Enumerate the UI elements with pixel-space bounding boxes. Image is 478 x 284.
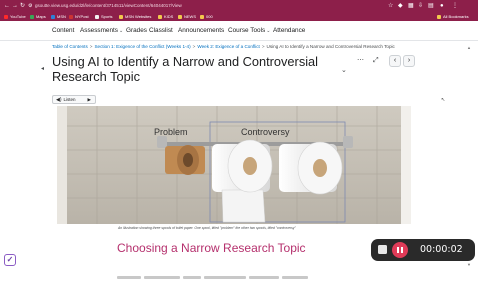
bookmarks-bar: YouTube Maps MSN NYPost Sports MSN Websi… [0,12,478,21]
folder-icon [119,14,123,19]
maps-icon [30,14,34,19]
nav-attendance[interactable]: Attendance [273,27,305,35]
bookmark-msn-websites[interactable]: MSN Websites [119,13,151,20]
nav-assessments[interactable]: Assessments⌄ [80,27,123,35]
puzzle-icon[interactable]: ▦ [408,2,414,10]
back-icon[interactable]: ← [4,2,10,10]
fullscreen-icon[interactable]: ⤢ [373,57,379,65]
next-topic-button[interactable]: › [403,55,415,67]
page-title: Using AI to Identify a Narrow and Contro… [52,54,319,84]
checkmark-icon: ✓ [6,255,14,264]
chevron-down-icon: ⌄ [119,28,124,34]
nav-course-tools[interactable]: Course Tools⌄ [228,27,270,35]
play-icon: ▶ [87,97,91,102]
text-fragment [249,276,279,279]
illustration-svg: Problem Controversy [57,106,411,224]
stop-recording-button[interactable] [378,245,387,254]
breadcrumb: Table of Contents > Section 1: Exigence of… [52,44,395,50]
text-fragment [183,276,201,279]
chevron-down-icon: ⌄ [266,28,271,34]
breadcrumb-separator: > [261,44,265,49]
bookmark-youtube[interactable]: YouTube [4,13,26,20]
previous-topic-button[interactable]: ‹ [389,55,401,67]
chevron-right-icon: › [407,57,411,64]
bookmark-star-icon[interactable]: ☆ [388,2,393,10]
updates-icon[interactable]: ⋮ [452,2,458,10]
image-caption: An illustration showing three spools of … [118,226,296,230]
breadcrumb-toc[interactable]: Table of Contents [52,44,88,49]
course-navbar: Content Assessments⌄ Grades Classlist An… [0,21,478,41]
msn-icon [51,14,55,19]
page-scrollbar[interactable] [466,43,472,269]
pause-recording-button[interactable] [392,242,408,258]
title-options-chevron-icon[interactable]: ⌄ [341,66,347,74]
mouse-cursor-icon: ↖ [441,97,446,103]
sports-icon [95,14,99,19]
nypost-icon [69,14,73,19]
scroll-up-icon[interactable]: ▲ [467,45,471,50]
url-field[interactable]: gsoutte.view.usg.edu/d2l/le/content/3714… [35,2,182,10]
reload-icon[interactable]: ↻ [20,2,25,10]
bookmark-000[interactable]: 000 [200,13,213,20]
recording-timer: 00:00:02 [420,244,463,255]
pause-icon [397,247,399,253]
options-icon[interactable]: ⋯ [357,57,364,65]
text-fragment [144,276,180,279]
text-fragment [204,276,246,279]
download-icon[interactable]: ⇩ [418,2,423,10]
folder-icon [178,14,182,19]
breadcrumb-separator: > [192,44,196,49]
listen-button[interactable]: ◀) Listen ▶ [52,95,96,104]
scroll-down-icon[interactable]: ▼ [467,262,471,267]
breadcrumb-week[interactable]: Week 2: Exigence of a Conflict [197,44,259,49]
checklist-button[interactable]: ✓ [4,254,16,266]
chevron-left-icon: ‹ [393,57,397,64]
bookmark-maps[interactable]: Maps [30,13,46,20]
image-label-problem: Problem [154,127,188,137]
extensions-icon[interactable]: ◆ [398,2,403,10]
toilet-paper-illustration: Problem Controversy [57,106,411,224]
collapse-toc-icon[interactable]: ◂ [41,65,44,72]
browser-chrome: ← → ↻ ⚙ gsoutte.view.usg.edu/d2l/le/cont… [0,0,478,21]
folder-icon [200,14,204,19]
image-label-controversy: Controversy [241,127,290,137]
bookmark-news[interactable]: NEWS [178,13,196,20]
nav-grades[interactable]: Grades [126,27,147,35]
reading-list-icon[interactable]: ▤ [428,2,434,10]
text-fragment [282,276,308,279]
youtube-icon [4,14,8,19]
forward-icon[interactable]: → [12,2,18,10]
text-fragment [117,276,141,279]
folder-icon [437,14,441,19]
nav-classlist[interactable]: Classlist [149,27,173,35]
nav-content[interactable]: Content [52,27,74,35]
pause-icon [401,247,403,253]
profile-icon[interactable]: ● [440,2,444,10]
breadcrumb-current: Using AI to Identify a Narrow and Contro… [266,44,395,49]
speaker-icon: ◀) [56,97,62,103]
breadcrumb-separator: > [89,44,93,49]
address-row: ← → ↻ ⚙ gsoutte.view.usg.edu/d2l/le/cont… [0,0,478,12]
bookmark-nypost[interactable]: NYPost [69,13,89,20]
screen-recorder-controls: 00:00:02 [371,239,475,261]
all-bookmarks[interactable]: All Bookmarks [437,13,469,20]
section-heading: Choosing a Narrow Research Topic [117,241,306,255]
breadcrumb-section[interactable]: Section 1: Exigence of the Conflict (Wee… [94,44,190,49]
folder-icon [158,14,162,19]
nav-announcements[interactable]: Announcements [178,27,224,35]
site-info-icon[interactable]: ⚙ [28,2,32,10]
bookmark-sports[interactable]: Sports [95,13,113,20]
bookmark-msn[interactable]: MSN [51,13,66,20]
bookmark-kids[interactable]: KIDS [158,13,173,20]
